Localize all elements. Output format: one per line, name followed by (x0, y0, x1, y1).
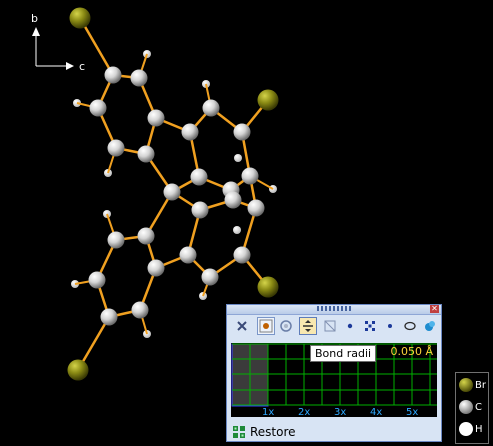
legend-item-br: Br (458, 375, 486, 395)
pattern-icon[interactable] (361, 317, 379, 335)
axis-label-b: b (31, 12, 38, 25)
panel-grip-icon[interactable] (317, 306, 351, 311)
restore-icon (233, 426, 245, 438)
ring-icon[interactable] (277, 317, 295, 335)
dot-icon[interactable] (341, 317, 359, 335)
bond-radius-value: 0.050 Å (390, 345, 433, 358)
panel-close-icon[interactable]: ✕ (430, 305, 439, 313)
x-tick-5x: 5x (406, 407, 418, 417)
close-x-icon[interactable] (233, 317, 251, 335)
atom-legend: Br C H (455, 372, 489, 444)
x-tick-4x: 4x (370, 407, 382, 417)
ellipse-icon[interactable] (401, 317, 419, 335)
panel-titlebar[interactable]: ✕ (227, 305, 441, 315)
zoom-icon[interactable] (321, 317, 339, 335)
legend-item-h: H (458, 419, 483, 439)
legend-label-br: Br (475, 379, 486, 391)
x-tick-3x: 3x (334, 407, 346, 417)
paint-icon[interactable] (421, 317, 439, 335)
bond-radii-tooltip: Bond radii (310, 345, 377, 362)
legend-item-c: C (458, 397, 482, 417)
x-tick-1x: 1x (262, 407, 274, 417)
axis-label-c: c (79, 60, 85, 73)
bond-radii-panel[interactable]: ✕ 1x 2x 3x 4x 5x 0.050 Å Restore (226, 304, 442, 442)
legend-label-h: H (475, 423, 483, 435)
bond-radii-icon[interactable] (299, 317, 317, 335)
sphere-icon[interactable] (257, 317, 275, 335)
restore-label: Restore (250, 425, 296, 439)
carbon-atoms (88, 66, 265, 326)
legend-label-c: C (475, 401, 482, 413)
x-tick-2x: 2x (298, 407, 310, 417)
restore-button[interactable]: Restore (232, 424, 296, 440)
atom-icon[interactable] (381, 317, 399, 335)
panel-toolbar (231, 317, 437, 337)
